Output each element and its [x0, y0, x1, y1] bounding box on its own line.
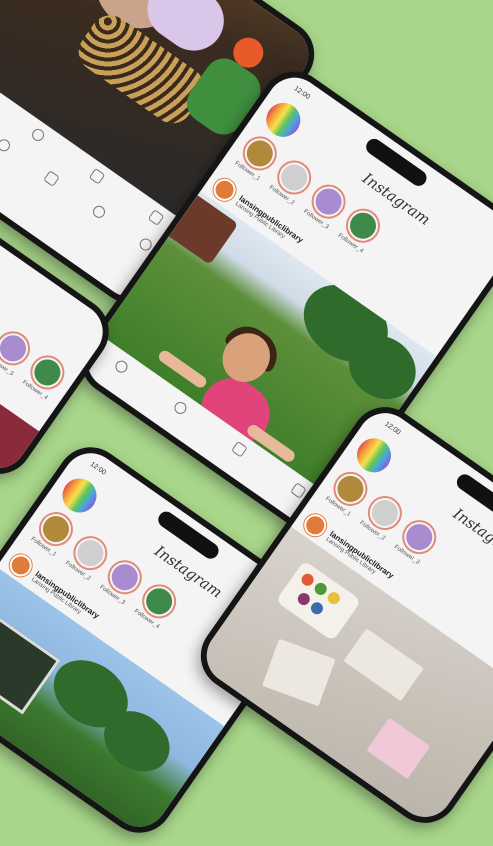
- search-icon[interactable]: [0, 137, 13, 154]
- bookmark-icon[interactable]: [147, 209, 165, 226]
- heart-icon[interactable]: [90, 203, 108, 220]
- library-logo-icon[interactable]: [350, 431, 398, 480]
- status-time: 12:00: [88, 460, 108, 477]
- status-time: 12:00: [292, 85, 311, 101]
- comment-icon[interactable]: [172, 399, 189, 417]
- library-logo-icon[interactable]: [55, 471, 104, 520]
- share-icon[interactable]: [88, 167, 106, 185]
- like-icon[interactable]: [113, 358, 130, 376]
- status-time: 12:00: [383, 420, 402, 437]
- comment-icon[interactable]: [29, 126, 47, 144]
- share-icon[interactable]: [231, 440, 248, 458]
- library-logo-icon[interactable]: [259, 96, 307, 144]
- add-post-icon[interactable]: [43, 170, 60, 187]
